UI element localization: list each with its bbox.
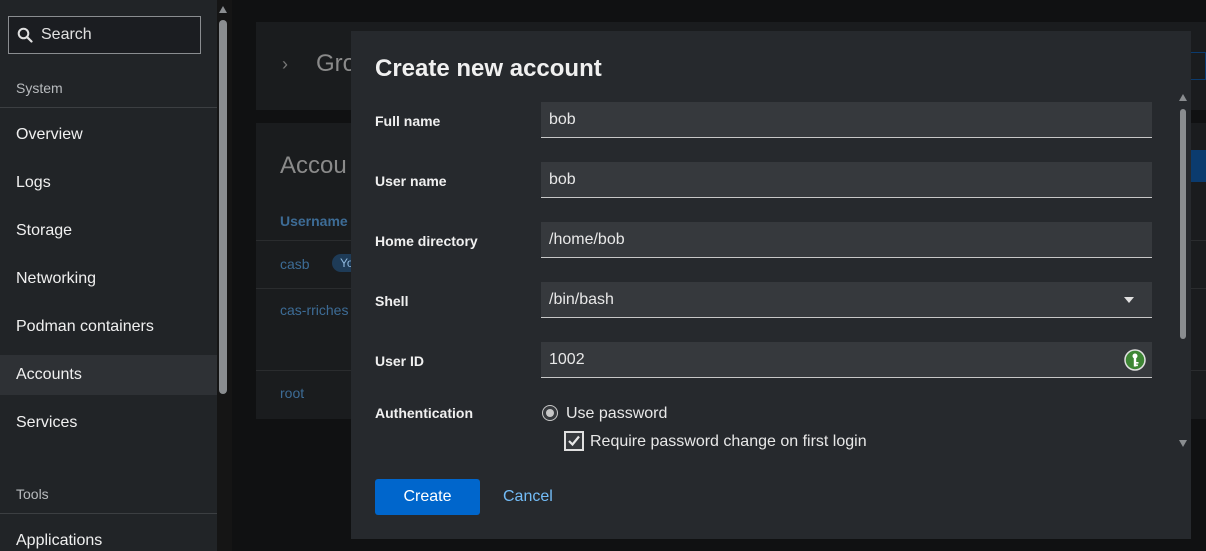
chevron-right-icon: › <box>282 54 288 74</box>
sidebar-nav: System Overview Logs Storage Networking … <box>0 0 217 551</box>
require-password-change-label: Require password change on first login <box>590 433 867 450</box>
cancel-button[interactable]: Cancel <box>493 479 563 515</box>
create-button[interactable]: Create <box>375 479 480 515</box>
home-directory-label: Home directory <box>375 233 478 249</box>
search-box[interactable] <box>8 16 201 54</box>
use-password-label: Use password <box>566 405 668 422</box>
sidebar-item-services[interactable]: Services <box>0 403 217 443</box>
dialog-scroll-down-arrow[interactable] <box>1179 440 1187 447</box>
caret-down-icon[interactable] <box>1124 297 1134 303</box>
user-id-input[interactable] <box>549 350 1109 369</box>
user-name-input[interactable] <box>549 170 1109 189</box>
row-username-casb: casb <box>280 256 310 272</box>
sidebar-item-podman-containers[interactable]: Podman containers <box>0 307 217 347</box>
authentication-label: Authentication <box>375 405 473 421</box>
sidebar-item-accounts[interactable]: Accounts <box>0 355 217 395</box>
user-id-label: User ID <box>375 353 425 369</box>
nav-section-tools: Tools <box>0 474 217 514</box>
sidebar-item-logs[interactable]: Logs <box>0 163 217 203</box>
checkmark-icon <box>568 435 580 447</box>
full-name-label: Full name <box>375 113 441 129</box>
groups-title: Gro <box>316 50 357 77</box>
full-name-field[interactable] <box>541 102 1152 138</box>
sidebar-scroll-up-arrow[interactable] <box>219 6 227 13</box>
home-directory-field[interactable] <box>541 222 1152 258</box>
sidebar-item-overview[interactable]: Overview <box>0 115 217 155</box>
home-directory-input[interactable] <box>549 230 1109 249</box>
sidebar-scrollbar[interactable] <box>219 20 227 394</box>
sidebar-item-networking[interactable]: Networking <box>0 259 217 299</box>
user-name-label: User name <box>375 173 447 189</box>
row-username-root: root <box>280 385 305 401</box>
sidebar-item-applications[interactable]: Applications <box>0 521 217 551</box>
row-username-cas-rriches: cas-rriches <box>280 302 349 318</box>
shell-label: Shell <box>375 293 409 309</box>
dialog-title: Create new account <box>375 55 602 82</box>
create-account-dialog: Create new account Full name User name H… <box>351 31 1191 539</box>
shell-select[interactable]: /bin/bash <box>541 282 1152 318</box>
full-name-input[interactable] <box>549 110 1109 129</box>
user-id-field[interactable] <box>541 342 1152 378</box>
username-column-header: Username <box>280 213 348 229</box>
use-password-radio[interactable] <box>542 405 558 421</box>
search-icon <box>17 27 33 43</box>
accounts-title: Accou <box>280 152 347 179</box>
user-name-field[interactable] <box>541 162 1152 198</box>
shell-selected-value: /bin/bash <box>549 290 614 308</box>
search-input[interactable] <box>41 26 191 44</box>
dialog-scrollbar[interactable] <box>1180 109 1186 339</box>
nav-section-system: System <box>0 68 217 108</box>
dialog-scroll-up-arrow[interactable] <box>1179 94 1187 101</box>
require-password-change-checkbox[interactable] <box>564 431 584 451</box>
valid-check-icon <box>1124 349 1146 371</box>
sidebar-item-storage[interactable]: Storage <box>0 211 217 251</box>
